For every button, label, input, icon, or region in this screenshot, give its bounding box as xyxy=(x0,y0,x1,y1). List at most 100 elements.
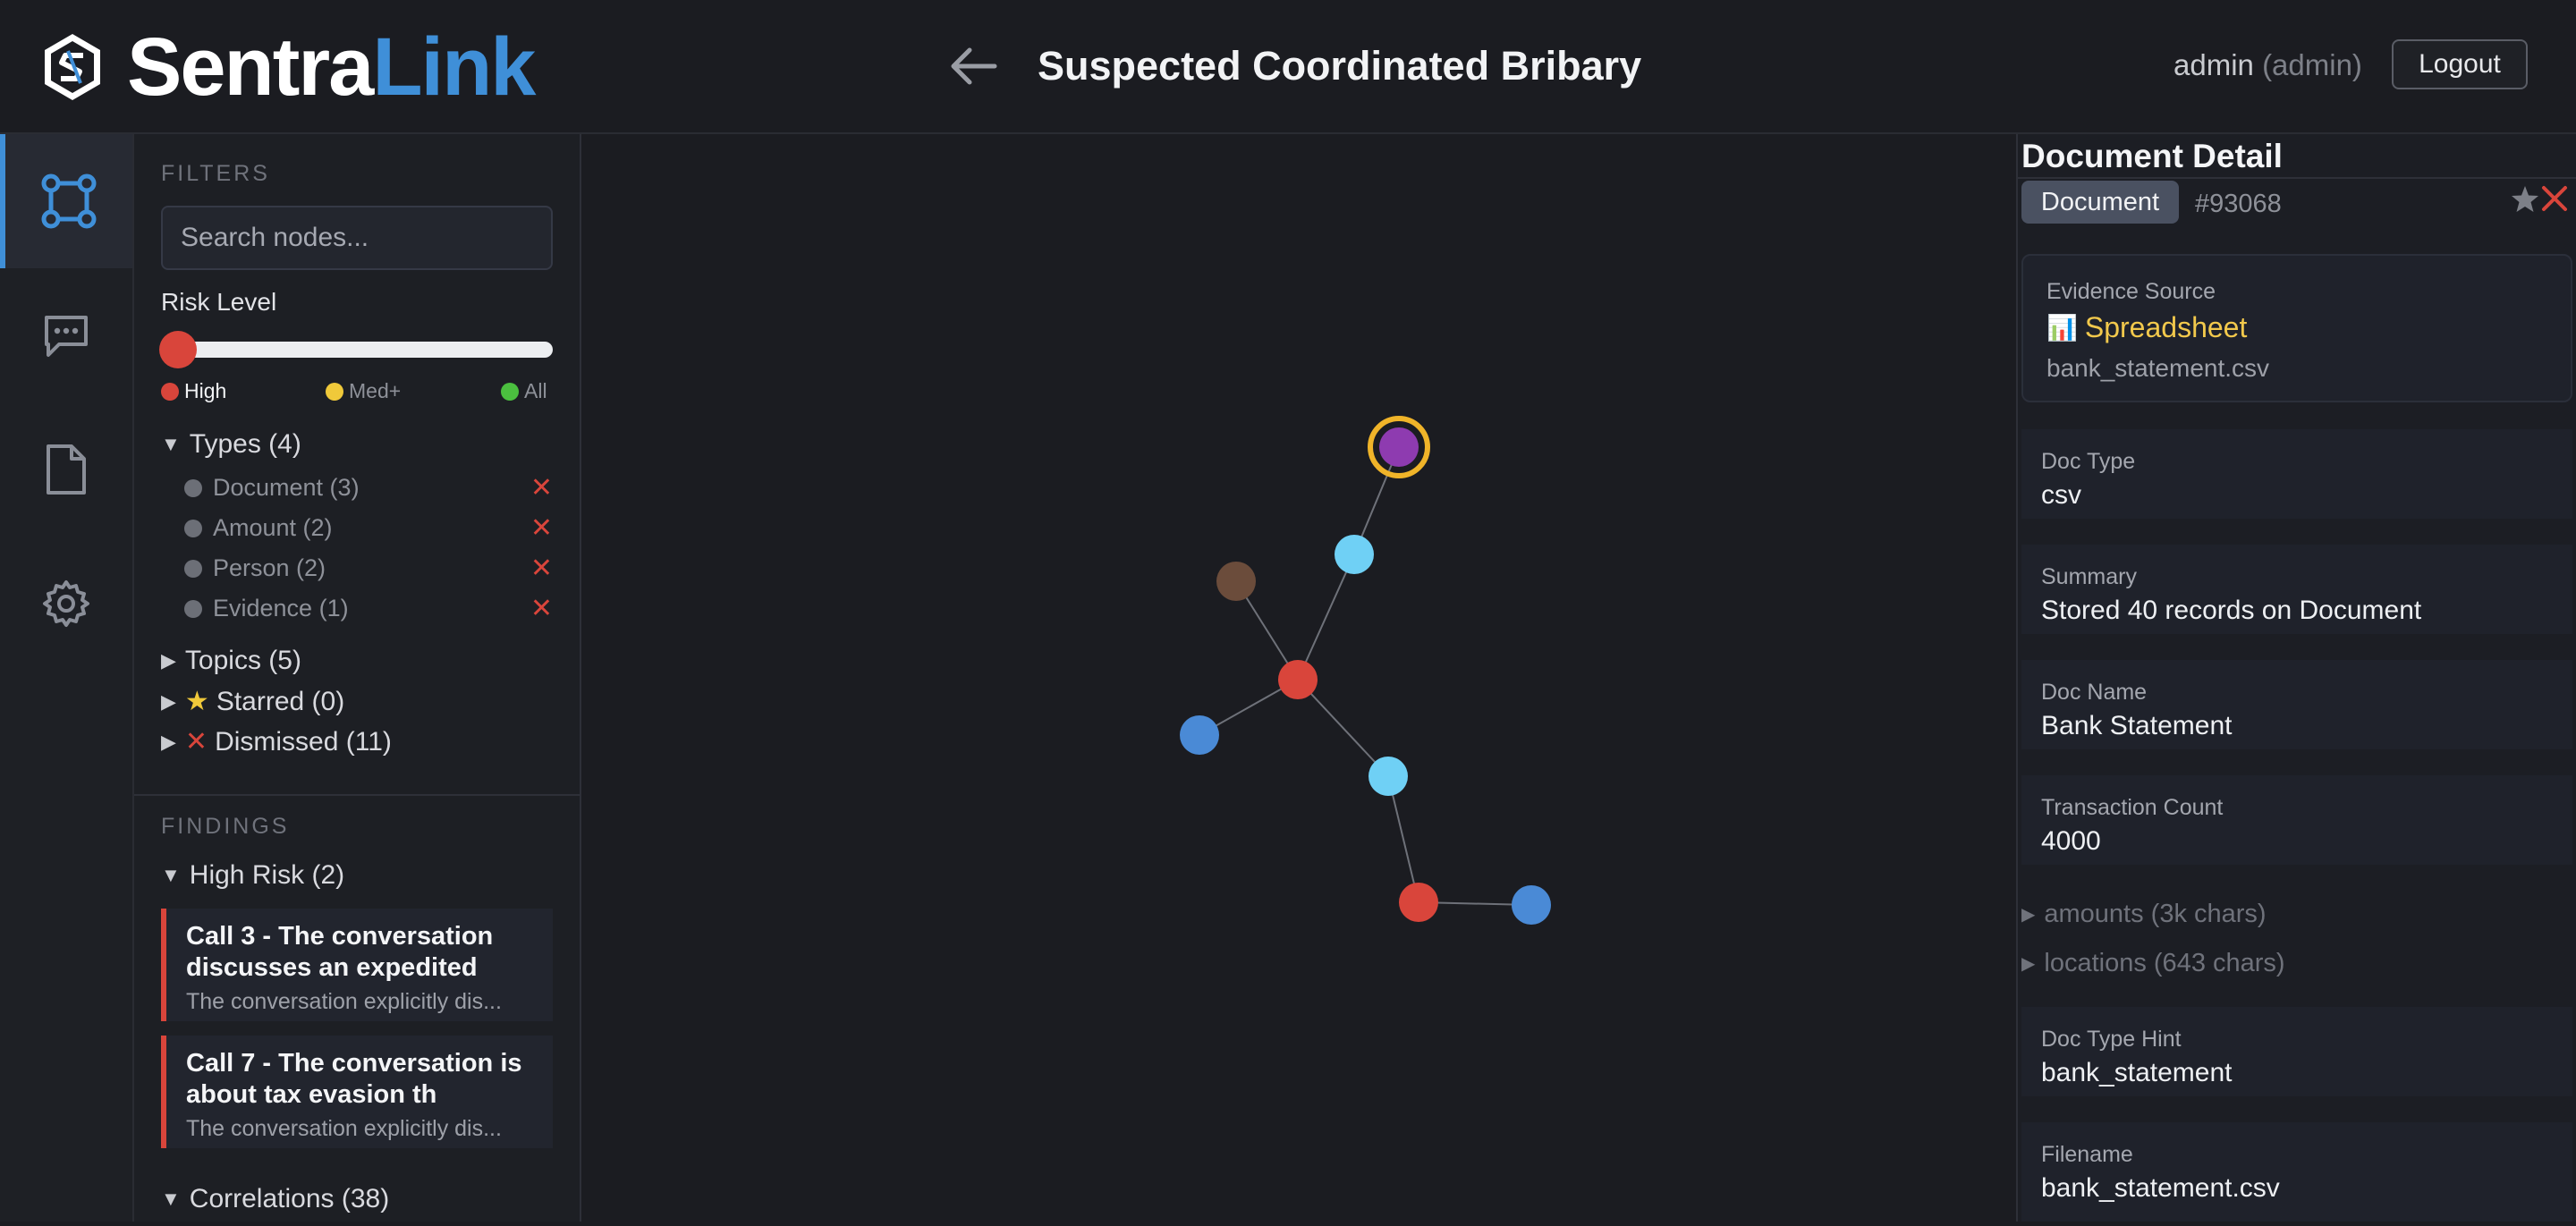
user-info: admin (admin) xyxy=(2174,48,2362,82)
remove-type-icon[interactable]: ✕ xyxy=(530,553,553,584)
back-button[interactable] xyxy=(946,39,1000,93)
bullet-icon xyxy=(184,559,202,578)
field-label: Doc Type Hint xyxy=(2041,1027,2182,1052)
field-filename: Filename bank_statement.csv xyxy=(2021,1122,2572,1222)
graph-node[interactable] xyxy=(1278,660,1318,699)
remove-type-icon[interactable]: ✕ xyxy=(530,512,553,544)
correlations-toggle[interactable]: ▼ Correlations (38) xyxy=(161,1184,389,1214)
evidence-source-card[interactable]: Evidence Source 📊 Spreadsheet bank_state… xyxy=(2021,254,2572,402)
type-label: Person (2) xyxy=(213,554,326,581)
topics-toggle[interactable]: ▶ Topics (5) xyxy=(161,646,301,676)
search-input[interactable] xyxy=(161,206,553,270)
document-detail-panel: Document Detail Document #93068 Evidence… xyxy=(2016,134,2576,1222)
field-value: csv xyxy=(2041,480,2081,510)
triangle-right-icon: ▶ xyxy=(2021,905,2036,925)
detail-separator xyxy=(2018,177,2576,179)
field-doc-name: Doc Name Bank Statement xyxy=(2021,660,2572,749)
field-value: Bank Statement xyxy=(2041,711,2233,740)
starred-label: Starred (0) xyxy=(216,686,345,716)
top-header: SentraLink Suspected Coordinated Bribary… xyxy=(0,0,2576,134)
graph-icon xyxy=(41,173,97,229)
high-risk-toggle[interactable]: ▼ High Risk (2) xyxy=(161,860,344,891)
triangle-down-icon: ▼ xyxy=(161,1188,181,1210)
page-title: Suspected Coordinated Bribary xyxy=(1038,43,1642,89)
filters-panel: FILTERS Risk Level High Med+ All ▼ Types… xyxy=(134,134,581,1222)
type-filter-row: Document (3) ✕ xyxy=(184,472,553,503)
document-icon xyxy=(47,444,86,495)
risk-option-high[interactable]: High xyxy=(161,379,226,403)
detail-title: Document Detail xyxy=(2021,138,2283,174)
nav-documents[interactable] xyxy=(0,402,132,537)
field-doc-type-hint: Doc Type Hint bank_statement xyxy=(2021,1007,2572,1096)
high-risk-label: High Risk (2) xyxy=(189,860,345,890)
finding-summary: The conversation explicitly dis... xyxy=(186,989,502,1014)
field-doc-type: Doc Type csv xyxy=(2021,429,2572,519)
graph-node-selected[interactable] xyxy=(1379,427,1419,467)
close-icon xyxy=(2542,186,2567,211)
triangle-down-icon: ▼ xyxy=(161,864,181,886)
triangle-right-icon: ▶ xyxy=(161,730,176,753)
risk-slider-thumb[interactable] xyxy=(159,331,197,368)
field-value: Stored 40 records on Document xyxy=(2041,596,2422,625)
graph-node[interactable] xyxy=(1512,885,1551,925)
arrow-left-icon xyxy=(951,47,997,85)
dismissed-label: Dismissed (11) xyxy=(215,726,392,757)
gear-icon xyxy=(43,580,89,627)
starred-toggle[interactable]: ▶ ★ Starred (0) xyxy=(161,686,344,717)
field-label: Summary xyxy=(2041,564,2137,589)
graph-node[interactable] xyxy=(1180,715,1219,755)
star-icon xyxy=(2512,186,2538,212)
triangle-right-icon: ▶ xyxy=(161,649,176,672)
logout-button[interactable]: Logout xyxy=(2392,39,2528,89)
yellow-dot-icon xyxy=(326,382,343,401)
evidence-type[interactable]: 📊 Spreadsheet xyxy=(2046,311,2247,344)
star-icon: ★ xyxy=(184,687,209,716)
evidence-type-label: Spreadsheet xyxy=(2084,311,2248,343)
field-value: 4000 xyxy=(2041,826,2101,856)
triangle-right-icon: ▶ xyxy=(161,689,176,713)
type-label: Document (3) xyxy=(213,474,360,501)
dismissed-toggle[interactable]: ▶ ✕ Dismissed (11) xyxy=(161,726,392,757)
nav-graph[interactable] xyxy=(0,134,132,268)
type-filter-row: Amount (2) ✕ xyxy=(184,512,553,544)
user-role: (admin) xyxy=(2262,48,2362,81)
evidence-source-label: Evidence Source xyxy=(2046,279,2216,304)
remove-type-icon[interactable]: ✕ xyxy=(530,472,553,503)
finding-card[interactable]: Call 3 - The conversation discusses an e… xyxy=(161,909,553,1021)
nav-rail xyxy=(0,134,134,1222)
close-detail-button[interactable] xyxy=(2540,184,2569,217)
graph-edge xyxy=(1297,554,1355,681)
expand-amounts[interactable]: ▶ amounts (3k chars) xyxy=(2021,900,2267,929)
sentralink-logo[interactable]: SentraLink xyxy=(41,26,536,108)
risk-option-label: High xyxy=(184,379,227,402)
nav-settings[interactable] xyxy=(0,537,132,671)
graph-canvas[interactable] xyxy=(581,134,2014,1222)
type-filter-row: Evidence (1) ✕ xyxy=(184,593,553,624)
green-dot-icon xyxy=(501,382,519,401)
finding-card[interactable]: Call 7 - The conversation is about tax e… xyxy=(161,1036,553,1148)
topics-label: Topics (5) xyxy=(184,646,301,675)
types-label: Types (4) xyxy=(189,429,301,459)
types-toggle[interactable]: ▼ Types (4) xyxy=(161,429,301,460)
nav-chat[interactable] xyxy=(0,268,132,402)
risk-slider-track[interactable] xyxy=(179,342,553,358)
network-graph[interactable] xyxy=(581,134,2014,1222)
risk-option-med[interactable]: Med+ xyxy=(326,379,401,403)
remove-type-icon[interactable]: ✕ xyxy=(530,593,553,624)
field-transaction-count: Transaction Count 4000 xyxy=(2021,775,2572,865)
graph-node[interactable] xyxy=(1335,535,1374,574)
panel-divider xyxy=(134,794,580,796)
risk-option-all[interactable]: All xyxy=(501,379,547,403)
logo-hexagon-icon xyxy=(45,34,100,100)
triangle-right-icon: ▶ xyxy=(2021,954,2036,974)
red-dot-icon xyxy=(161,382,179,401)
risk-option-label: All xyxy=(524,379,547,402)
graph-node[interactable] xyxy=(1368,757,1408,796)
spreadsheet-icon: 📊 xyxy=(2046,314,2078,342)
expand-locations[interactable]: ▶ locations (643 chars) xyxy=(2021,949,2285,978)
graph-node[interactable] xyxy=(1399,883,1438,922)
graph-node[interactable] xyxy=(1216,562,1256,601)
star-button[interactable] xyxy=(2510,184,2540,219)
evidence-filename: bank_statement.csv xyxy=(2046,354,2270,382)
field-label: Doc Name xyxy=(2041,680,2148,705)
